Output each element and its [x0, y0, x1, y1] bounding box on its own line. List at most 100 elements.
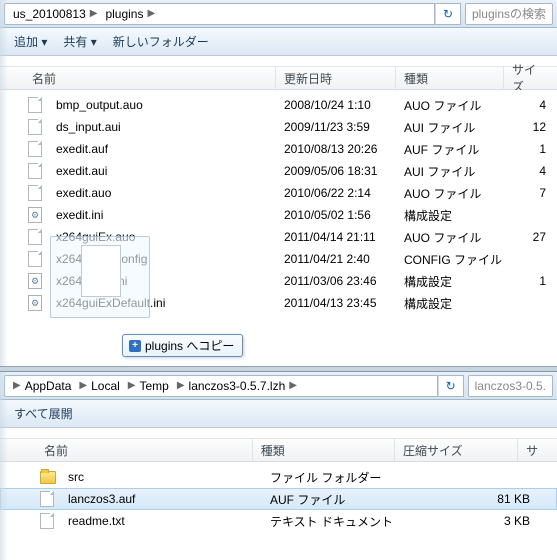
cell-date: 2008/10/24 1:10	[276, 98, 396, 112]
table-row[interactable]: exedit.ini2010/05/02 1:56構成設定	[0, 204, 557, 226]
breadcrumb-seg[interactable]: us_20100813▶	[11, 4, 103, 24]
col-name[interactable]: 名前	[24, 67, 276, 89]
file-icon	[28, 185, 42, 201]
cell-size: 12	[504, 120, 554, 134]
cell-size: 4	[504, 164, 554, 178]
cell-type: AUO ファイル	[396, 97, 504, 114]
table-row[interactable]: exedit.auf2010/08/13 20:26AUF ファイル1	[0, 138, 557, 160]
table-row[interactable]: bmp_output.auo2008/10/24 1:10AUO ファイル4	[0, 94, 557, 116]
cell-name: lanczos3.auf	[60, 492, 262, 506]
cell-name: exedit.auo	[48, 186, 276, 200]
refresh-button[interactable]: ↻	[435, 3, 461, 25]
table-row[interactable]: x264guiEx.auo2011/04/14 21:11AUO ファイル27	[0, 226, 557, 248]
cell-type: 構成設定	[396, 207, 504, 224]
cell-date: 2010/08/13 20:26	[276, 142, 396, 156]
address-bar: us_20100813▶ plugins▶ ↻ pluginsの検索	[0, 0, 557, 28]
table-row[interactable]: exedit.aui2009/05/06 18:31AUI ファイル4	[0, 160, 557, 182]
toolbar-share[interactable]: 共有 ▾	[57, 31, 102, 52]
cell-size: 7	[504, 186, 554, 200]
col-name[interactable]: 名前	[36, 439, 253, 461]
refresh-icon: ↻	[443, 7, 453, 21]
copy-tip-label: plugins へコピー	[145, 337, 234, 354]
file-icon	[28, 141, 42, 157]
table-row[interactable]: x264guiEx.ini2011/03/06 23:46構成設定1	[0, 270, 557, 292]
cell-name: exedit.auf	[48, 142, 276, 156]
refresh-button[interactable]: ↻	[438, 375, 464, 397]
cell-name: exedit.aui	[48, 164, 276, 178]
col-type[interactable]: 種類	[396, 67, 504, 89]
cell-name: x264guiEx.auo	[48, 230, 276, 244]
config-icon	[28, 273, 42, 289]
cell-name: ds_input.aui	[48, 120, 276, 134]
address-bar: ▶AppData ▶Local ▶Temp ▶lanczos3-0.5.7.lz…	[0, 372, 557, 400]
table-row[interactable]: x264guiEx.config2011/04/21 2:40CONFIG ファ…	[0, 248, 557, 270]
cell-type: AUO ファイル	[396, 229, 504, 246]
toolbar: 追加 ▾ 共有 ▾ 新しいフォルダー	[0, 28, 557, 56]
table-row[interactable]: srcファイル フォルダー	[0, 466, 557, 488]
explorer-window-bottom: ▶AppData ▶Local ▶Temp ▶lanczos3-0.5.7.lz…	[0, 372, 557, 560]
breadcrumb[interactable]: ▶AppData ▶Local ▶Temp ▶lanczos3-0.5.7.lz…	[4, 375, 438, 397]
file-icon	[40, 513, 54, 529]
col-csize[interactable]: 圧縮サイズ	[395, 439, 518, 461]
file-list: bmp_output.auo2008/10/24 1:10AUO ファイル4ds…	[0, 90, 557, 318]
cell-date: 2011/03/06 23:46	[276, 274, 396, 288]
cell-date: 2011/04/14 21:11	[276, 230, 396, 244]
search-input[interactable]: pluginsの検索	[465, 3, 553, 25]
cell-date: 2009/05/06 18:31	[276, 164, 396, 178]
table-row[interactable]: x264guiExDefault.ini2011/04/13 23:45構成設定	[0, 292, 557, 314]
breadcrumb-seg[interactable]: plugins▶	[103, 4, 161, 24]
drop-copy-tooltip: + plugins へコピー	[122, 334, 243, 357]
breadcrumb-seg[interactable]: ▶AppData	[11, 376, 77, 396]
cell-size: 1	[504, 274, 554, 288]
cell-date: 2011/04/13 23:45	[276, 296, 396, 310]
column-headers: 名前 更新日時 種類 サイズ	[0, 66, 557, 90]
cell-type: AUF ファイル	[396, 141, 504, 158]
cell-type: AUF ファイル	[262, 491, 410, 508]
file-icon	[28, 119, 42, 135]
cell-type: 構成設定	[396, 273, 504, 290]
cell-csize: 3 KB	[410, 514, 538, 528]
toolbar-newfolder[interactable]: 新しいフォルダー	[107, 31, 215, 52]
breadcrumb[interactable]: us_20100813▶ plugins▶	[4, 3, 435, 25]
cell-csize: 81 KB	[410, 492, 538, 506]
file-list: srcファイル フォルダーlanczos3.aufAUF ファイル81 KBre…	[0, 462, 557, 536]
file-icon	[28, 97, 42, 113]
cell-type: CONFIG ファイル	[396, 251, 504, 268]
cell-name: x264guiEx.config	[48, 252, 276, 266]
toolbar-extract-all[interactable]: すべて展開	[8, 403, 79, 424]
col-attr[interactable]: サ	[518, 439, 557, 461]
plus-icon: +	[129, 340, 141, 352]
cell-size: 4	[504, 98, 554, 112]
search-input[interactable]: lanczos3-0.5.	[468, 375, 553, 397]
col-type[interactable]: 種類	[253, 439, 395, 461]
col-date[interactable]: 更新日時	[276, 67, 396, 89]
table-row[interactable]: readme.txtテキスト ドキュメント3 KB	[0, 510, 557, 532]
breadcrumb-seg[interactable]: ▶Temp	[126, 376, 175, 396]
file-icon	[28, 229, 42, 245]
cell-name: src	[60, 470, 262, 484]
cell-date: 2009/11/23 3:59	[276, 120, 396, 134]
table-row[interactable]: lanczos3.aufAUF ファイル81 KB	[0, 488, 557, 510]
search-placeholder: lanczos3-0.5.	[475, 379, 546, 393]
cell-name: readme.txt	[60, 514, 262, 528]
cell-type: テキスト ドキュメント	[262, 513, 410, 530]
table-row[interactable]: exedit.auo2010/06/22 2:14AUO ファイル7	[0, 182, 557, 204]
file-icon	[28, 251, 42, 267]
file-icon	[40, 491, 54, 507]
cell-type: AUI ファイル	[396, 163, 504, 180]
toolbar-add[interactable]: 追加 ▾	[8, 31, 53, 52]
folder-icon	[40, 471, 56, 484]
cell-type: AUI ファイル	[396, 119, 504, 136]
explorer-window-top: us_20100813▶ plugins▶ ↻ pluginsの検索 追加 ▾ …	[0, 0, 557, 366]
breadcrumb-seg[interactable]: ▶Local	[77, 376, 125, 396]
config-icon	[28, 207, 42, 223]
col-size[interactable]: サイズ	[504, 67, 554, 89]
cell-date: 2011/04/21 2:40	[276, 252, 396, 266]
cell-name: x264guiExDefault.ini	[48, 296, 276, 310]
cell-size: 1	[504, 142, 554, 156]
breadcrumb-seg[interactable]: ▶lanczos3-0.5.7.lzh▶	[175, 376, 303, 396]
cell-name: x264guiEx.ini	[48, 274, 276, 288]
cell-date: 2010/05/02 1:56	[276, 208, 396, 222]
cell-size: 27	[504, 230, 554, 244]
table-row[interactable]: ds_input.aui2009/11/23 3:59AUI ファイル12	[0, 116, 557, 138]
